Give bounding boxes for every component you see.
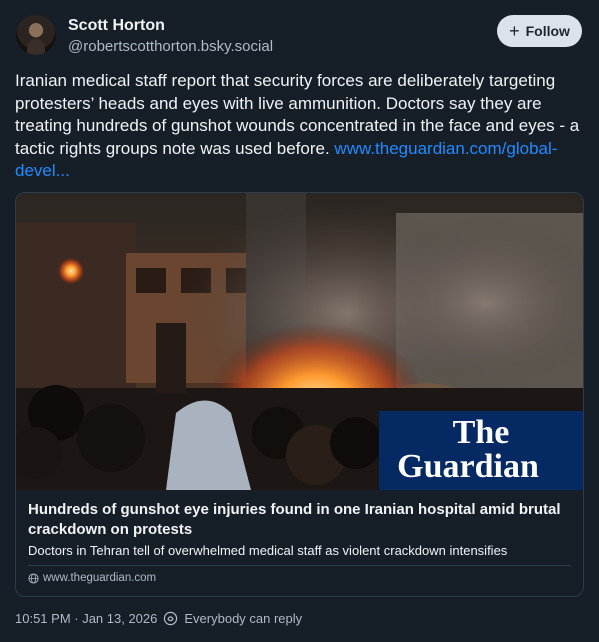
link-card[interactable]: The Guardian Hundreds of gunshot eye inj… bbox=[15, 192, 584, 597]
globe-icon bbox=[28, 572, 39, 584]
card-divider bbox=[28, 565, 571, 566]
author-handle[interactable]: @robertscotthorton.bsky.social bbox=[68, 38, 273, 55]
author-display-name[interactable]: Scott Horton bbox=[68, 17, 165, 35]
guardian-logo-the: The bbox=[453, 414, 510, 451]
post-meta: 10:51 PM · Jan 13, 2026 Everybody can re… bbox=[15, 611, 302, 626]
reply-settings-icon bbox=[164, 611, 178, 626]
follow-button-label: Follow bbox=[525, 23, 570, 39]
avatar[interactable] bbox=[16, 15, 56, 55]
card-title: Hundreds of gunshot eye injuries found i… bbox=[28, 501, 561, 538]
guardian-logo-name: Guardian bbox=[397, 448, 539, 485]
reply-setting[interactable]: Everybody can reply bbox=[184, 611, 302, 626]
card-description: Doctors in Tehran tell of overwhelmed me… bbox=[28, 543, 508, 558]
post: Scott Horton @robertscotthorton.bsky.soc… bbox=[0, 0, 599, 642]
card-domain-text: www.theguardian.com bbox=[43, 572, 157, 584]
post-timestamp[interactable]: 10:51 PM · Jan 13, 2026 bbox=[15, 611, 157, 626]
plus-icon: + bbox=[509, 20, 520, 41]
card-image: The Guardian bbox=[16, 193, 583, 490]
follow-button[interactable]: + Follow bbox=[497, 15, 582, 47]
post-text: Iranian medical staff report that securi… bbox=[15, 70, 590, 183]
card-domain: www.theguardian.com bbox=[28, 572, 156, 584]
